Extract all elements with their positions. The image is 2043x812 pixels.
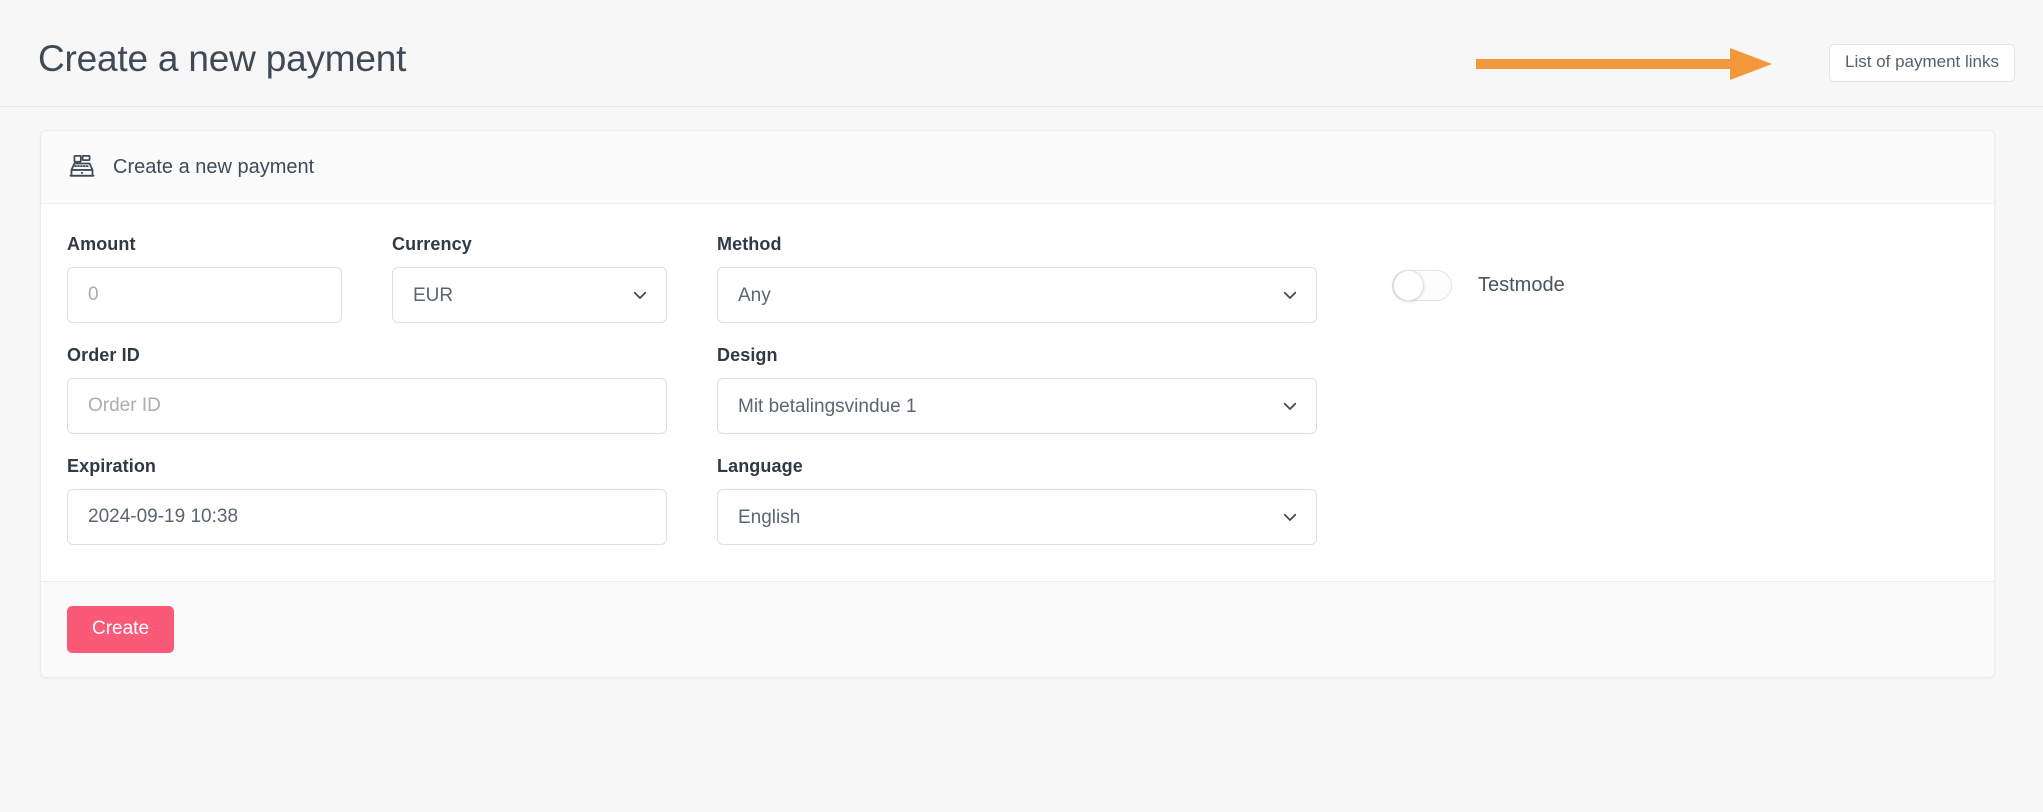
method-select[interactable]: Any	[717, 267, 1317, 323]
field-amount: Amount	[67, 234, 342, 323]
expiration-input[interactable]	[67, 489, 667, 545]
language-select[interactable]: English	[717, 489, 1317, 545]
method-label: Method	[717, 234, 1317, 255]
language-select-wrap: English	[717, 489, 1317, 545]
order-id-label: Order ID	[67, 345, 667, 366]
amount-label: Amount	[67, 234, 342, 255]
field-design: Design Mit betalingsvindue 1	[717, 345, 1317, 434]
card-body: Amount Currency EUR Method	[41, 204, 1994, 581]
cash-register-icon	[67, 152, 97, 182]
create-payment-card: Create a new payment Amount Currency EUR	[40, 130, 1995, 678]
order-id-input[interactable]	[67, 378, 667, 434]
form-row-3: Expiration Language English	[67, 456, 1968, 545]
form-row-2: Order ID Design Mit betalingsvindue 1	[67, 345, 1968, 434]
card-header: Create a new payment	[41, 131, 1994, 204]
design-label: Design	[717, 345, 1317, 366]
currency-select-wrap: EUR	[392, 267, 667, 323]
arrow-right-annotation-icon	[1472, 44, 1777, 84]
page-title: Create a new payment	[38, 38, 406, 80]
page-header: Create a new payment List of payment lin…	[0, 0, 2043, 107]
field-language: Language English	[717, 456, 1317, 545]
testmode-toggle[interactable]	[1392, 270, 1452, 301]
language-label: Language	[717, 456, 1317, 477]
design-select[interactable]: Mit betalingsvindue 1	[717, 378, 1317, 434]
design-select-wrap: Mit betalingsvindue 1	[717, 378, 1317, 434]
field-method: Method Any	[717, 234, 1317, 323]
card-header-title: Create a new payment	[113, 156, 314, 179]
header-actions: List of payment links	[1829, 44, 2015, 82]
list-of-payment-links-button[interactable]: List of payment links	[1829, 44, 2015, 82]
card-footer: Create	[41, 581, 1994, 677]
currency-label: Currency	[392, 234, 667, 255]
currency-select[interactable]: EUR	[392, 267, 667, 323]
form-row-1: Amount Currency EUR Method	[67, 234, 1968, 323]
testmode-block: Testmode	[1392, 270, 1565, 301]
field-expiration: Expiration	[67, 456, 667, 545]
testmode-toggle-knob	[1393, 270, 1424, 301]
method-select-wrap: Any	[717, 267, 1317, 323]
testmode-label: Testmode	[1478, 274, 1565, 297]
amount-input[interactable]	[67, 267, 342, 323]
field-currency: Currency EUR	[392, 234, 667, 323]
expiration-label: Expiration	[67, 456, 667, 477]
create-button[interactable]: Create	[67, 606, 174, 653]
field-order-id: Order ID	[67, 345, 667, 434]
